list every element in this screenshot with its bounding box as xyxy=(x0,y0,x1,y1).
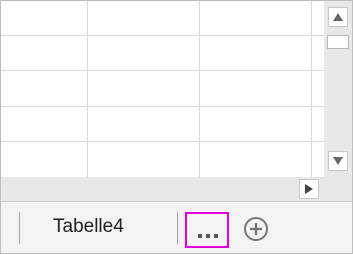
tab-separator xyxy=(19,212,20,244)
row-gridline xyxy=(1,70,324,71)
tab-separator xyxy=(177,212,178,244)
ellipsis-icon xyxy=(198,234,218,238)
row-gridline xyxy=(1,35,324,36)
scroll-down-button[interactable] xyxy=(328,151,348,171)
row-gridline xyxy=(1,106,324,107)
column-gridline xyxy=(311,1,312,177)
sheet-tab-bar: Tabelle4 xyxy=(1,201,352,253)
plus-circle-icon xyxy=(244,217,268,241)
scroll-right-button[interactable] xyxy=(299,179,319,199)
triangle-up-icon xyxy=(333,13,343,21)
triangle-right-icon xyxy=(305,184,313,194)
add-sheet-button[interactable] xyxy=(243,216,269,242)
sheet-tab-tabelle4[interactable]: Tabelle4 xyxy=(53,216,124,238)
spreadsheet-window: Tabelle4 xyxy=(0,0,353,254)
more-sheets-button[interactable] xyxy=(185,212,229,248)
scrollbar-corner xyxy=(324,177,352,201)
cell-grid[interactable] xyxy=(1,1,324,177)
triangle-down-icon xyxy=(333,157,343,165)
vertical-scrollbar[interactable] xyxy=(324,1,352,177)
horizontal-scrollbar[interactable] xyxy=(1,177,324,201)
scrollbar-thumb[interactable] xyxy=(327,35,349,49)
row-gridline xyxy=(1,141,324,142)
scroll-up-button[interactable] xyxy=(328,7,348,27)
column-gridline xyxy=(87,1,88,177)
column-gridline xyxy=(199,1,200,177)
